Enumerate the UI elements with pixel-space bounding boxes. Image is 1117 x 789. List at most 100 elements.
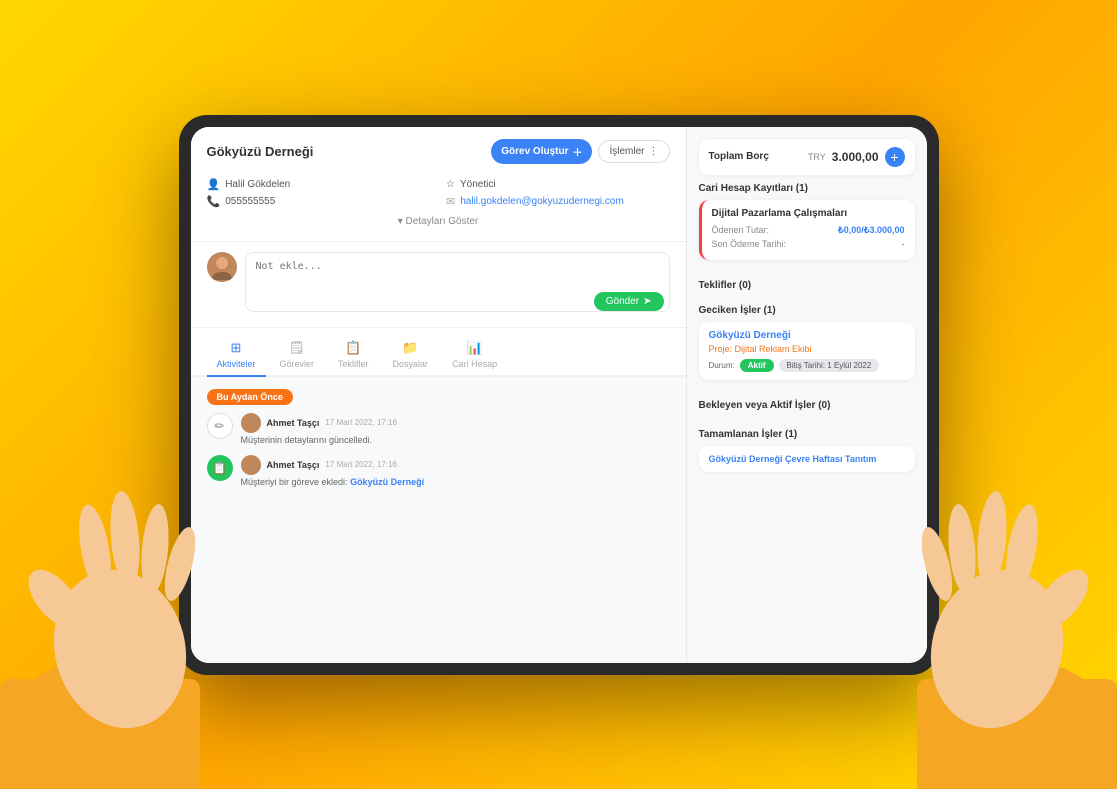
show-details-button[interactable]: ▾ Detayları Göster [207,212,670,233]
contact-email: halil.gokdelen@gokyuzudernegi.com [460,196,624,207]
star-icon: ☆ [446,179,455,190]
period-badge: Bu Aydan Önce [207,389,293,405]
create-task-label: Görev Oluştur [501,146,568,157]
tamamlanan-card: Gökyüzü Derneği Çevre Haftası Tanıtım [699,446,915,472]
contact-row-1: 👤 Halil Gökdelen ☆ Yönetici [207,178,670,191]
tablet-device: Gökyüzü Derneği Görev Oluştur ＋ İşlemler… [179,115,939,675]
tamamlanan-item: Gökyüzü Derneği Çevre Haftası Tanıtım [709,454,905,464]
activity-item-1: ✏ Ahmet Taşçı 17 Mart 2022, 17:16 Müşter… [207,413,670,445]
email-icon: ✉ [446,195,455,208]
create-task-button[interactable]: Görev Oluştur ＋ [491,139,592,164]
activity-text-prefix-2: Müşteriyi bir göreve ekledi: [241,477,348,487]
odenen-tutar-row: Ödenen Tutar: ₺0,00/₺3.000,00 [712,225,905,236]
geciken-isler-title: Geciken İşler (1) [699,305,915,316]
contact-name: Halil Gökdelen [225,179,290,190]
company-name: Gökyüzü Derneği [207,144,314,159]
plus-icon: ＋ [572,144,582,159]
activity-text-1: Müşterinin detaylarını güncelledi. [241,435,670,445]
bekleyen-title: Bekleyen veya Aktif İşler (0) [699,400,915,411]
tab-teklifler[interactable]: 📋 Teklifler [328,336,379,377]
badge-aktif: Aktif [740,359,774,372]
tab-dosyalar-label: Dosyalar [393,359,429,369]
tamamlanan-section: Tamamlanan İşler (1) Gökyüzü Derneği Çev… [699,429,915,472]
tab-teklifler-label: Teklifler [338,359,369,369]
amount-value: 3.000,00 [832,150,879,164]
tab-dosyalar[interactable]: 📁 Dosyalar [383,336,439,377]
son-odeme-row: Son Ödeme Tarihi: - [712,239,905,249]
phone-icon: 📞 [207,195,221,208]
activity-time-2: 17 Mart 2022, 17:16 [325,460,397,469]
avatar-svg [207,252,237,282]
cari-hesap-tab-icon: 📊 [466,340,482,356]
tabs-row: ⊞ Aktiviteler 🗒 Görevler 📋 Teklifler 📁 D… [191,328,686,377]
activity-user-name-1: Ahmet Taşçı [267,418,320,428]
contact-row-2: 📞 055555555 ✉ halil.gokdelen@gokyuzudern… [207,195,670,208]
bekleyen-section: Bekleyen veya Aktif İşler (0) [699,400,915,417]
aktiviteler-icon: ⊞ [231,340,242,356]
activity-user-row-1: Ahmet Taşçı 17 Mart 2022, 17:16 [241,413,670,433]
contact-info: 👤 Halil Gökdelen ☆ Yönetici 📞 055555555 [191,172,686,242]
geciken-isler-card: Gökyüzü Derneği Proje: Dijital Reklam Ek… [699,322,915,380]
add-borc-button[interactable]: + [885,147,905,167]
toplam-borc-label: Toplam Borç [709,151,769,162]
tablet-wrapper: Gökyüzü Derneği Görev Oluştur ＋ İşlemler… [179,115,939,675]
cari-hesap-title: Cari Hesap Kayıtları (1) [699,183,915,194]
dosyalar-icon: 📁 [402,340,418,356]
geciken-proje: Proje: Dijital Reklam Ekibi [709,344,905,354]
header-actions: Görev Oluştur ＋ İşlemler ⋮ [491,139,669,164]
geciken-isler-section: Geciken İşler (1) Gökyüzü Derneği Proje:… [699,305,915,388]
tamamlanan-title: Tamamlanan İşler (1) [699,429,915,440]
toplam-borc-section: Toplam Borç TRY 3.000,00 + [699,139,915,175]
gorevler-icon: 🗒 [289,340,306,356]
send-icon: ➤ [643,296,651,307]
activity-item-2: 📋 Ahmet Taşçı 17 Mart 2022, 17:16 Müşter… [207,455,670,487]
activity-user-avatar-1 [241,413,261,433]
note-avatar [207,252,237,282]
toplam-borc-amount: TRY 3.000,00 + [808,147,905,167]
activity-user-avatar-2 [241,455,261,475]
son-odeme-value: - [902,239,905,249]
activity-link-2[interactable]: Gökyüzü Derneği [350,477,424,487]
islemler-label: İşlemler [609,146,644,157]
note-area: Gönder ➤ [191,242,686,328]
tab-cari-hesap-label: Cari Hesap [452,359,497,369]
cari-hesap-section: Cari Hesap Kayıtları (1) Dijital Pazarla… [699,183,915,268]
activity-user-name-2: Ahmet Taşçı [267,460,320,470]
teklifler-section: Teklifler (0) [699,280,915,297]
role-field: ☆ Yönetici [446,178,670,191]
activity-task-icon: 📋 [207,455,233,481]
contact-role: Yönetici [460,179,496,190]
send-label: Gönder [606,296,639,307]
proje-value: Dijital Reklam Ekibi [735,344,812,354]
activity-content-1: Ahmet Taşçı 17 Mart 2022, 17:16 Müşterin… [241,413,670,445]
note-input-wrapper: Gönder ➤ [245,252,670,317]
son-odeme-label: Son Ödeme Tarihi: [712,239,786,249]
teklifler-title: Teklifler (0) [699,280,915,291]
tab-cari-hesap[interactable]: 📊 Cari Hesap [442,336,507,377]
islemler-button[interactable]: İşlemler ⋮ [598,140,669,163]
person-icon: 👤 [207,178,221,191]
tab-gorevler[interactable]: 🗒 Görevler [270,336,325,377]
tab-aktiviteler[interactable]: ⊞ Aktiviteler [207,336,266,377]
odenen-tutar-value: ₺0,00/₺3.000,00 [838,225,905,236]
dots-icon: ⋮ [649,146,659,157]
left-panel: Gökyüzü Derneği Görev Oluştur ＋ İşlemler… [191,127,687,663]
activity-feed: Bu Aydan Önce ✏ Ahmet Taşçı 17 Mart 2022… [191,377,686,663]
tab-gorevler-label: Görevler [280,359,315,369]
send-button[interactable]: Gönder ➤ [594,292,664,311]
activity-user-row-2: Ahmet Taşçı 17 Mart 2022, 17:16 [241,455,670,475]
right-panel: Toplam Borç TRY 3.000,00 + Cari Hesap Ka… [687,127,927,663]
cari-hesap-name: Dijital Pazarlama Çalışmaları [712,208,905,219]
currency-label: TRY [808,152,826,162]
proje-label: Proje: [709,344,735,354]
badge-date: Bitiş Tarihi: 1 Eylül 2022 [779,359,880,372]
tab-aktiviteler-label: Aktiviteler [217,359,256,369]
odenen-tutar-label: Ödenen Tutar: [712,225,770,236]
contact-phone: 055555555 [225,196,275,207]
cari-hesap-card: Dijital Pazarlama Çalışmaları Ödenen Tut… [699,200,915,260]
activity-time-1: 17 Mart 2022, 17:16 [325,418,397,427]
activity-text-2: Müşteriyi bir göreve ekledi: Gökyüzü Der… [241,477,670,487]
durum-label: Durum: [709,361,735,370]
geciken-badges: Durum: Aktif Bitiş Tarihi: 1 Eylül 2022 [709,359,905,372]
tablet-screen: Gökyüzü Derneği Görev Oluştur ＋ İşlemler… [191,127,927,663]
